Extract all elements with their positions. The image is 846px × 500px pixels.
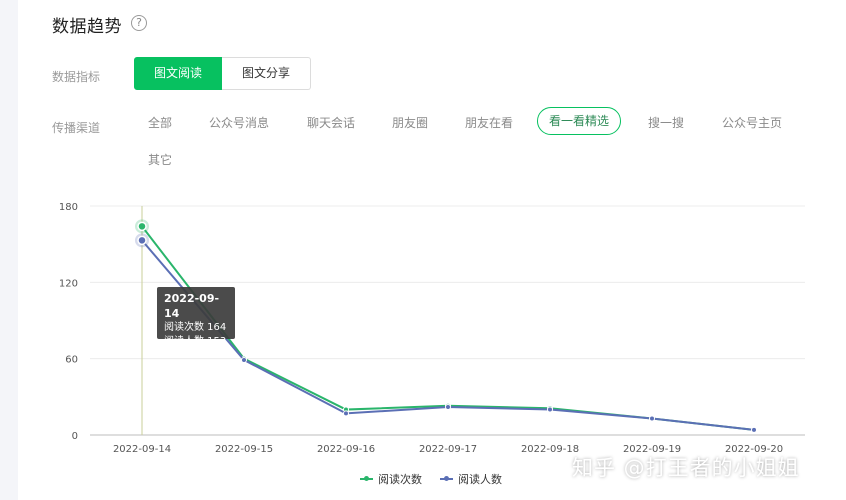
x-tick-label: 2022-09-15	[215, 444, 273, 455]
data-point	[547, 406, 553, 413]
chart-tooltip: 2022-09-14 阅读次数 164 阅读人数 153	[157, 287, 235, 347]
data-point	[241, 356, 247, 363]
tooltip-readers: 阅读人数 153	[164, 336, 227, 347]
x-tick-label: 2022-09-17	[419, 444, 477, 455]
data-point	[649, 415, 655, 422]
tooltip-reads: 阅读次数 164	[164, 322, 227, 333]
y-tick-label: 60	[65, 355, 78, 366]
legend-item-reads[interactable]: 阅读次数	[360, 471, 422, 487]
legend-label-reads: 阅读次数	[378, 473, 422, 486]
legend-marker-icon	[360, 476, 373, 481]
x-tick-label: 2022-09-16	[317, 444, 375, 455]
tooltip-date: 2022-09-14	[164, 292, 220, 320]
data-point	[751, 426, 757, 433]
x-tick-label: 2022-09-18	[521, 444, 579, 455]
y-tick-label: 120	[59, 278, 78, 289]
y-tick-label: 180	[59, 202, 78, 213]
legend-label-readers: 阅读人数	[458, 473, 502, 486]
data-point	[445, 404, 451, 411]
x-tick-label: 2022-09-14	[113, 444, 171, 455]
watermark: 知乎 @打王者的小姐姐	[572, 456, 800, 480]
data-point	[137, 221, 147, 232]
y-tick-label: 0	[72, 431, 78, 442]
legend-item-readers[interactable]: 阅读人数	[440, 471, 502, 487]
trend-line-chart: 0 60 120 180 2022-09-14 2022-09-15 2022-09-16 2…	[59, 202, 805, 455]
data-point	[343, 410, 349, 417]
data-point	[137, 235, 147, 246]
legend-marker-icon	[440, 476, 453, 481]
